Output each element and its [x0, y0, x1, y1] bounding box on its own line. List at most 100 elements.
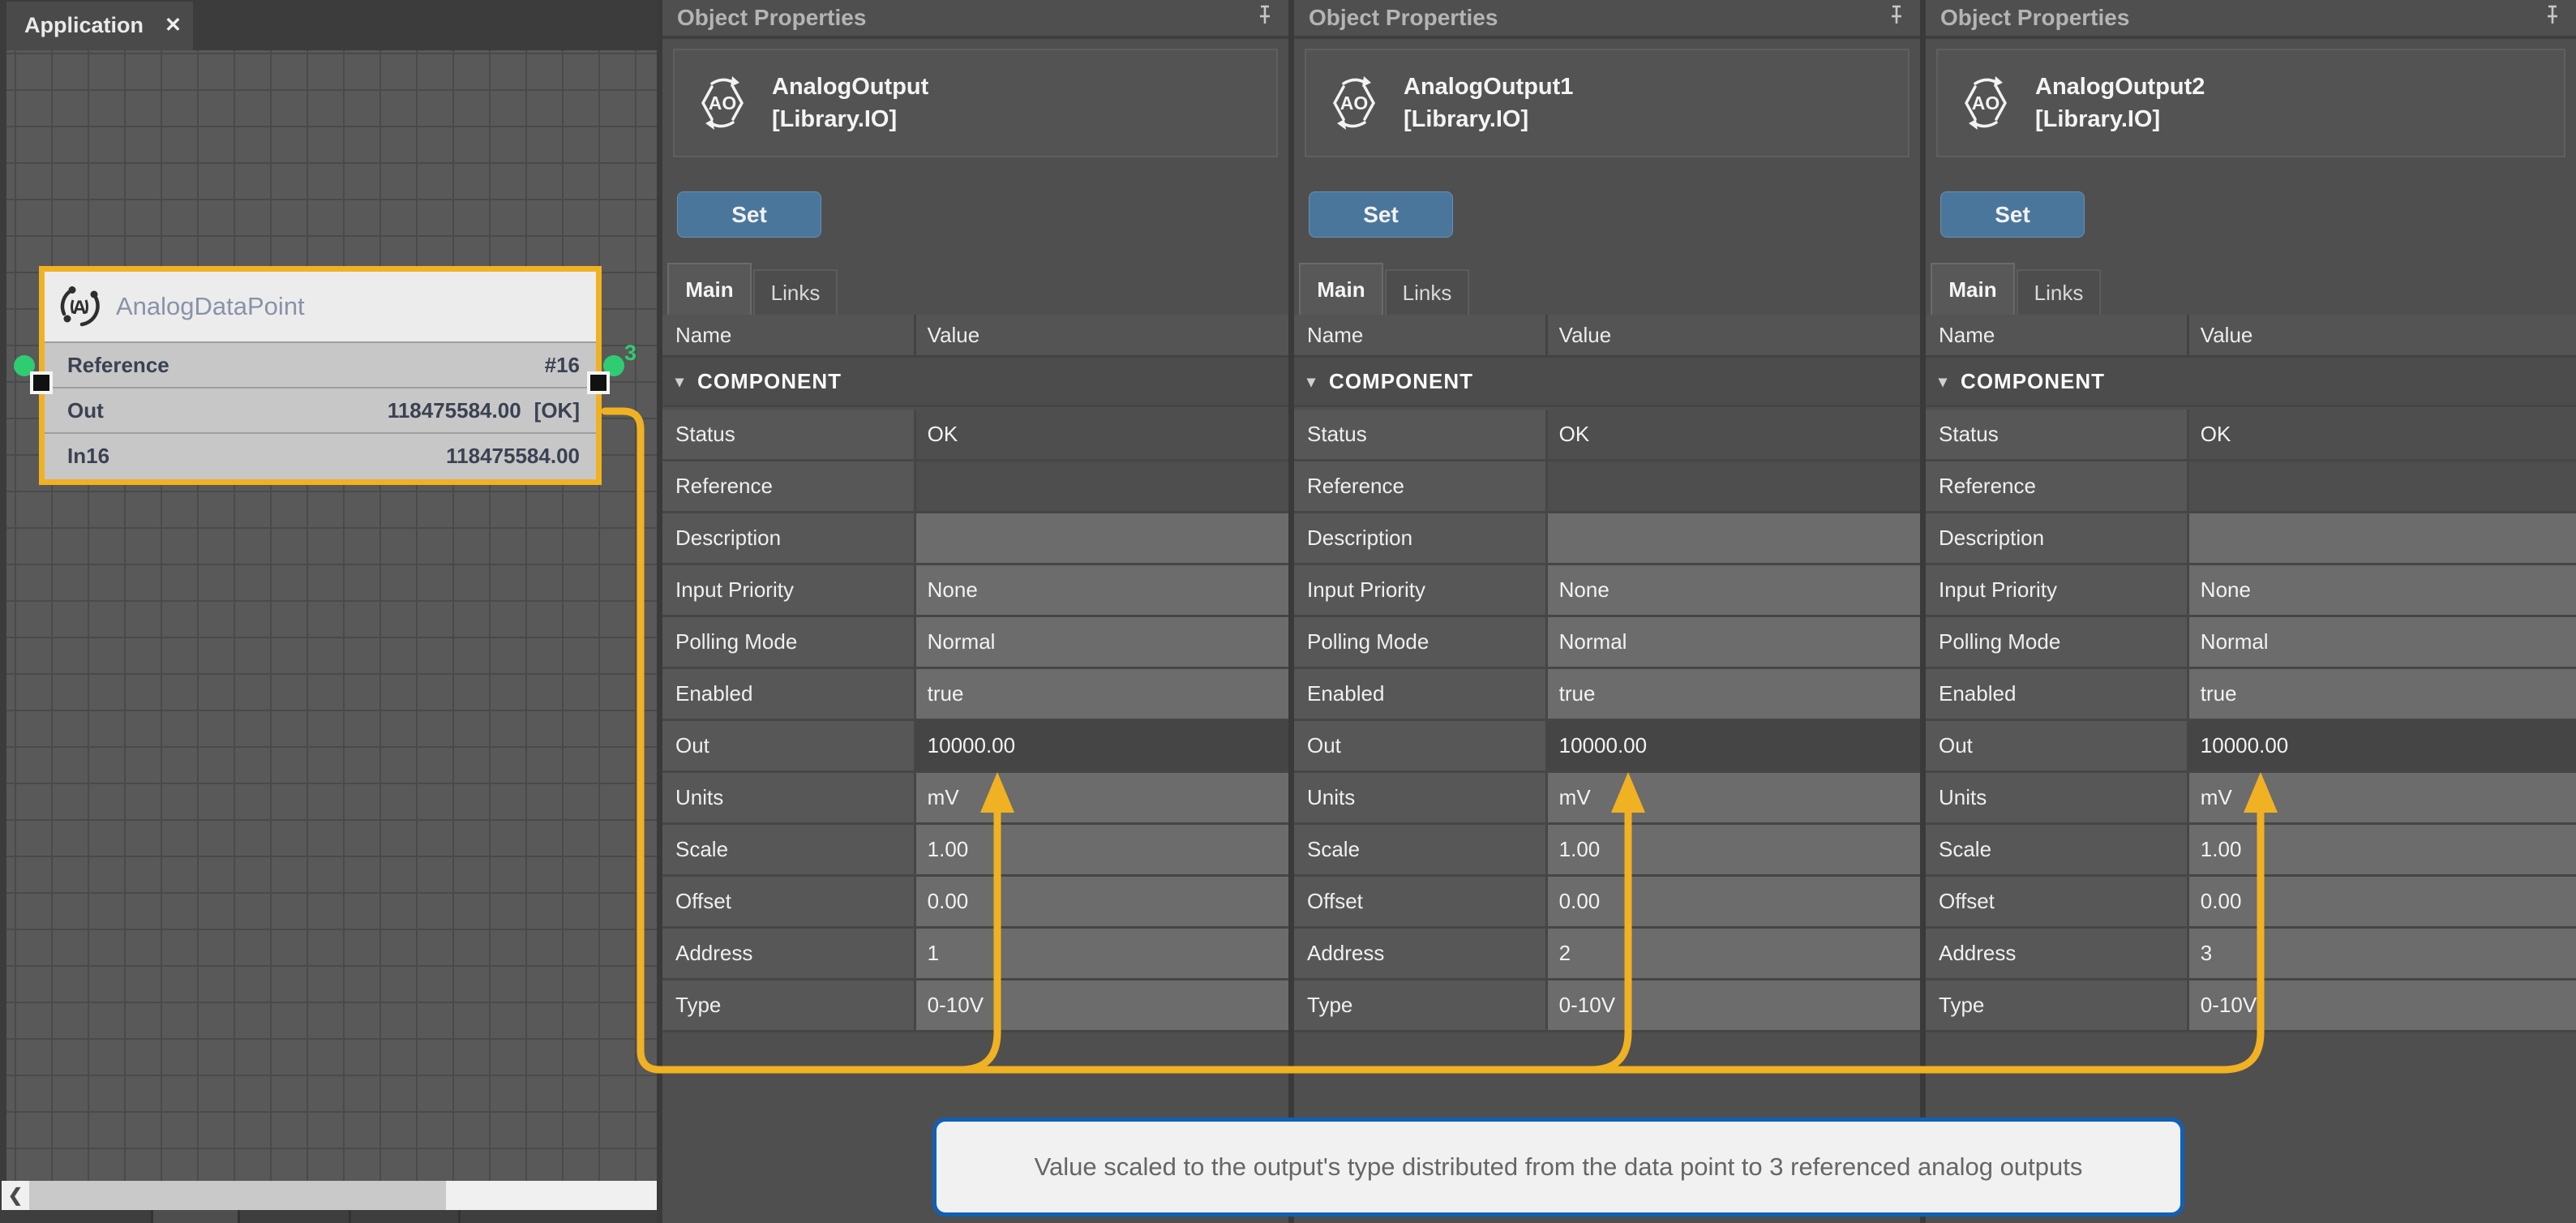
property-value[interactable]: 1.00	[1548, 825, 1920, 874]
property-value[interactable]: Normal	[2189, 617, 2576, 667]
horizontal-scrollbar[interactable]: ❮	[2, 1181, 657, 1210]
property-value[interactable]: OK	[1548, 410, 1920, 459]
scroll-left-button[interactable]: ❮	[2, 1181, 29, 1210]
property-value[interactable]: mV	[2189, 773, 2576, 822]
diagram-canvas[interactable]: Application ✕ A	[0, 0, 657, 1223]
app-window: Application ✕ A	[0, 0, 2576, 1223]
property-value[interactable]: 3	[2189, 929, 2576, 978]
property-row: Scale 1.00	[1294, 825, 1920, 877]
property-name: Polling Mode	[1926, 617, 2189, 667]
section-component[interactable]: ▾ COMPONENT	[1294, 358, 1920, 407]
property-value[interactable]: 0-10V	[916, 981, 1288, 1030]
property-table: Status OK Reference Description Input Pr…	[1926, 410, 2576, 1032]
tab-links[interactable]: Links	[2017, 269, 2101, 315]
property-row: Status OK	[1294, 410, 1920, 461]
property-value[interactable]: 10000.00	[1548, 721, 1920, 770]
column-header-name: Name	[1926, 315, 2189, 355]
property-value[interactable]: 0.00	[2189, 877, 2576, 926]
panel-title: Object Properties	[1309, 5, 1498, 31]
set-button[interactable]: Set	[677, 191, 821, 238]
panel-divider[interactable]	[1920, 0, 1926, 1223]
object-header: AO AnalogOutput1 [Library.IO]	[1305, 49, 1909, 157]
property-name: Scale	[1294, 825, 1548, 874]
selection-handle-right[interactable]	[587, 371, 610, 394]
column-header-value: Value	[1548, 315, 1920, 355]
property-value[interactable]	[916, 461, 1288, 511]
pin-icon[interactable]	[1888, 4, 1905, 32]
property-value[interactable]: true	[916, 669, 1288, 719]
node-row-value: 118475584.00	[446, 444, 580, 469]
property-row: Units mV	[1926, 773, 2576, 825]
object-properties-panel-1: Object Properties AO AnalogOutput	[662, 0, 1288, 1223]
property-name: Address	[1926, 929, 2189, 978]
property-row: Offset 0.00	[662, 877, 1288, 929]
property-value[interactable]: 0-10V	[1548, 981, 1920, 1030]
set-button[interactable]: Set	[1309, 191, 1453, 238]
property-value[interactable]	[916, 513, 1288, 563]
svg-text:AO: AO	[1972, 92, 2000, 114]
node-analog-data-point[interactable]: A AnalogDataPoint Reference #16 Out 1184…	[39, 266, 602, 485]
property-value[interactable]	[2189, 513, 2576, 563]
tab-main[interactable]: Main	[667, 263, 752, 315]
property-value[interactable]	[1548, 513, 1920, 563]
section-component[interactable]: ▾ COMPONENT	[662, 358, 1288, 407]
property-name: Units	[1294, 773, 1548, 822]
column-header-value: Value	[2189, 315, 2576, 355]
property-value[interactable]	[1548, 461, 1920, 511]
chevron-down-icon: ▾	[675, 371, 684, 392]
panel-title: Object Properties	[1940, 5, 2129, 31]
property-value[interactable]: true	[2189, 669, 2576, 719]
tab-application[interactable]: Application ✕	[6, 2, 193, 50]
panel-divider[interactable]	[1288, 0, 1294, 1223]
close-icon[interactable]: ✕	[165, 13, 182, 37]
property-value[interactable]: Normal	[1548, 617, 1920, 667]
canvas-grid[interactable]	[6, 50, 657, 1223]
analog-data-point-icon: A	[58, 285, 101, 328]
property-value[interactable]: true	[1548, 669, 1920, 719]
property-value[interactable]	[2189, 461, 2576, 511]
property-name: Type	[1926, 981, 2189, 1030]
property-value[interactable]: 10000.00	[2189, 721, 2576, 770]
property-value[interactable]: 1.00	[2189, 825, 2576, 874]
property-value[interactable]: mV	[916, 773, 1288, 822]
tab-main[interactable]: Main	[1299, 263, 1383, 315]
property-name: Address	[1294, 929, 1548, 978]
property-row: Type 0-10V	[662, 981, 1288, 1032]
property-row: Description	[662, 513, 1288, 565]
pin-icon[interactable]	[1256, 4, 1274, 32]
callout-text: Value scaled to the output's type distri…	[1035, 1152, 2083, 1182]
property-name: Description	[1294, 513, 1548, 563]
property-name: Enabled	[1294, 669, 1548, 719]
property-value[interactable]: None	[2189, 565, 2576, 615]
property-value[interactable]: OK	[2189, 410, 2576, 459]
property-row: Offset 0.00	[1926, 877, 2576, 929]
set-button[interactable]: Set	[1940, 191, 2085, 238]
object-properties-panel-2: Object Properties AO AnalogOutput1	[1294, 0, 1920, 1223]
tab-links[interactable]: Links	[1385, 269, 1469, 315]
pin-icon[interactable]	[2544, 4, 2561, 32]
property-value[interactable]: 0.00	[916, 877, 1288, 926]
property-value[interactable]: 10000.00	[916, 721, 1288, 770]
property-name: Polling Mode	[1294, 617, 1548, 667]
property-value[interactable]: Normal	[916, 617, 1288, 667]
section-component[interactable]: ▾ COMPONENT	[1926, 358, 2576, 407]
property-value[interactable]: 1.00	[916, 825, 1288, 874]
property-value[interactable]: None	[916, 565, 1288, 615]
selection-handle-left[interactable]	[30, 371, 53, 394]
property-row: Scale 1.00	[662, 825, 1288, 877]
analog-output-icon: AO	[692, 73, 752, 133]
property-value[interactable]: 2	[1548, 929, 1920, 978]
property-name: Reference	[1926, 461, 2189, 511]
property-value[interactable]: 0.00	[1548, 877, 1920, 926]
scrollbar-thumb[interactable]	[29, 1181, 446, 1210]
panel-divider[interactable]	[657, 0, 662, 1223]
property-value[interactable]: None	[1548, 565, 1920, 615]
property-value[interactable]: OK	[916, 410, 1288, 459]
tab-main[interactable]: Main	[1931, 263, 2015, 315]
property-value[interactable]: 0-10V	[2189, 981, 2576, 1030]
tab-links[interactable]: Links	[753, 269, 838, 315]
panel-tabs: Main Links	[1931, 263, 2101, 315]
svg-text:A: A	[72, 297, 86, 319]
property-value[interactable]: mV	[1548, 773, 1920, 822]
property-value[interactable]: 1	[916, 929, 1288, 978]
